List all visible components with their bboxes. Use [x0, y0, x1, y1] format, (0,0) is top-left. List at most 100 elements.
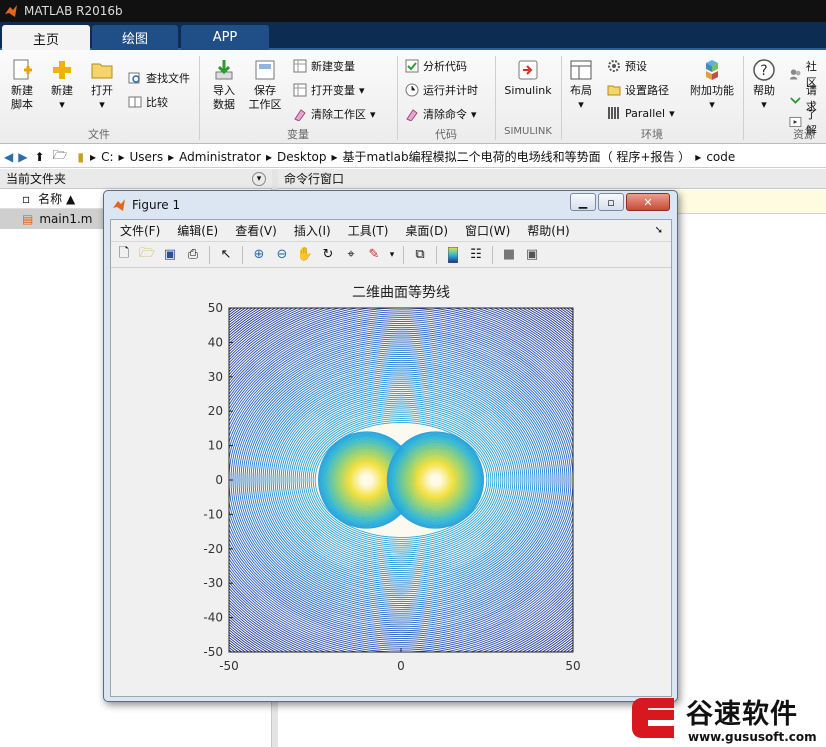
- menu-help[interactable]: 帮助(H): [527, 222, 569, 239]
- dock-arrow-icon[interactable]: ➘: [655, 225, 663, 236]
- rotate-3d-icon[interactable]: ↻: [319, 246, 337, 264]
- chevron-down-icon: ▾: [359, 83, 365, 97]
- tab-home[interactable]: 主页: [2, 25, 90, 52]
- section-label-file: 文件: [88, 128, 110, 141]
- folder-icon: [91, 63, 113, 79]
- zoom-in-icon[interactable]: ⊕: [250, 246, 268, 264]
- browse-folder-icon[interactable]: 🗁: [53, 146, 68, 167]
- find-files-button[interactable]: 查找文件: [128, 70, 190, 86]
- open-button[interactable]: 打开 ▾: [86, 58, 118, 112]
- simulink-icon: [518, 60, 538, 80]
- ribbon: 新建 脚本 新建 ▾ 打开 ▾ 查找文件 比较 文件 导入 数据 保存 工作区 新建…: [0, 50, 826, 144]
- minimize-button[interactable]: ▁: [570, 193, 596, 211]
- select-pointer-icon[interactable]: ↖: [217, 246, 235, 264]
- analyze-code-button[interactable]: 分析代码: [405, 58, 467, 74]
- menu-view[interactable]: 查看(V): [235, 222, 277, 239]
- matlab-figure-icon: [113, 199, 125, 211]
- brand-name: 谷速软件: [686, 699, 798, 730]
- new-script-button[interactable]: 新建 脚本: [6, 58, 38, 112]
- set-path-button[interactable]: 设置路径: [607, 82, 669, 98]
- figure-window[interactable]: Figure 1 ▁ ▫ ✕ 文件(F) 编辑(E) 查看(V) 插入(I) 工…: [103, 190, 678, 702]
- breadcrumb-item[interactable]: C:: [101, 150, 113, 164]
- clear-commands-button[interactable]: 清除命令 ▾: [405, 106, 477, 122]
- zoom-out-icon[interactable]: ⊖: [273, 246, 291, 264]
- breadcrumb-item[interactable]: 基于matlab编程模拟二个电荷的电场线和等势面（ 程序+报告 ）: [343, 148, 691, 165]
- show-tools-icon[interactable]: ▣: [523, 246, 541, 264]
- save-workspace-button[interactable]: 保存 工作区: [246, 58, 284, 112]
- svg-text:?: ?: [760, 63, 767, 79]
- menu-window[interactable]: 窗口(W): [465, 222, 510, 239]
- close-button[interactable]: ✕: [626, 193, 670, 211]
- up-folder-icon[interactable]: ⬆: [34, 150, 44, 164]
- chevron-down-icon: ▾: [59, 98, 65, 111]
- layout-icon: [570, 60, 592, 80]
- legend-icon[interactable]: ☷: [467, 246, 485, 264]
- forward-arrow-icon[interactable]: ▶: [18, 150, 27, 164]
- breadcrumb-sep-icon: ▸: [331, 149, 338, 164]
- parallel-button[interactable]: Parallel ▾: [607, 106, 675, 120]
- tab-plots[interactable]: 绘图: [92, 25, 178, 50]
- column-name-header[interactable]: 名称 ▲: [38, 190, 75, 207]
- pan-hand-icon[interactable]: ✋: [296, 246, 314, 264]
- panel-menu-icon[interactable]: ▾: [252, 171, 266, 186]
- import-data-button[interactable]: 导入 数据: [206, 58, 242, 112]
- simulink-button[interactable]: Simulink: [500, 58, 556, 98]
- open-file-icon[interactable]: 🗁: [138, 246, 156, 264]
- clear-workspace-button[interactable]: 清除工作区 ▾: [293, 106, 376, 122]
- run-and-time-button[interactable]: 运行并计时: [405, 82, 478, 98]
- print-icon[interactable]: ⎙: [184, 246, 202, 264]
- new-variable-button[interactable]: 新建变量: [293, 58, 355, 74]
- address-bar: ◀ ▶ ⬆ 🗁 ▮ ▸ C: ▸ Users ▸ Administrator ▸ De…: [0, 146, 826, 168]
- back-arrow-icon[interactable]: ◀: [4, 150, 13, 164]
- folder-icon: [607, 85, 621, 96]
- menu-file[interactable]: 文件(F): [120, 222, 160, 239]
- figure-client: 文件(F) 编辑(E) 查看(V) 插入(I) 工具(T) 桌面(D) 窗口(W…: [110, 219, 672, 697]
- breadcrumb-item[interactable]: Administrator: [179, 150, 261, 164]
- breadcrumb-item[interactable]: code: [706, 150, 735, 164]
- chevron-down-icon[interactable]: ▾: [388, 246, 396, 264]
- community-icon: [789, 69, 801, 80]
- breadcrumb-item[interactable]: Users: [130, 150, 164, 164]
- menu-insert[interactable]: 插入(I): [294, 222, 331, 239]
- x-tick-label: -50: [219, 659, 239, 673]
- y-tick-label: 40: [208, 335, 223, 349]
- tab-apps[interactable]: APP: [181, 25, 269, 50]
- compare-button[interactable]: 比较: [128, 94, 168, 110]
- new-script-icon: [13, 59, 32, 80]
- command-window-header: 命令行窗口: [278, 169, 826, 189]
- preferences-button[interactable]: 预设: [607, 58, 647, 74]
- addons-button[interactable]: 附加功能 ▾: [686, 58, 738, 112]
- link-plot-icon[interactable]: ⧉: [411, 246, 429, 264]
- chevron-down-icon: ▾: [709, 98, 715, 111]
- hide-tools-icon[interactable]: ■: [500, 246, 518, 264]
- chart-title: 二维曲面等势线: [352, 284, 450, 301]
- figure-titlebar[interactable]: Figure 1 ▁ ▫ ✕: [104, 191, 677, 219]
- save-icon[interactable]: ▣: [161, 246, 179, 264]
- maximize-button[interactable]: ▫: [598, 193, 624, 211]
- new-button[interactable]: 新建 ▾: [46, 58, 78, 112]
- app-title: MATLAB R2016b: [24, 4, 123, 18]
- clear-workspace-icon: [294, 109, 306, 121]
- toolbar-separator: [403, 245, 404, 264]
- m-file-icon: ▤: [22, 212, 34, 226]
- open-variable-button[interactable]: 打开变量 ▾: [293, 82, 365, 98]
- new-figure-icon[interactable]: 🗋: [115, 246, 133, 264]
- menu-tools[interactable]: 工具(T): [348, 222, 389, 239]
- file-header-icon: ▫: [22, 191, 31, 206]
- brand-logo-icon: [632, 698, 674, 738]
- help-button[interactable]: ? 帮助 ▾: [749, 58, 779, 112]
- layout-button[interactable]: 布局 ▾: [566, 58, 596, 112]
- maximize-icon: ▫: [607, 195, 615, 209]
- breadcrumb-item[interactable]: Desktop: [277, 150, 327, 164]
- figure-menubar: 文件(F) 编辑(E) 查看(V) 插入(I) 工具(T) 桌面(D) 窗口(W…: [111, 220, 671, 242]
- colorbar-icon[interactable]: [444, 246, 462, 264]
- toolbar-separator: [492, 245, 493, 264]
- menu-edit[interactable]: 编辑(E): [177, 222, 218, 239]
- brush-icon[interactable]: ✎: [365, 246, 383, 264]
- data-cursor-icon[interactable]: ⌖: [342, 246, 360, 264]
- file-name: main1.m: [39, 212, 93, 226]
- menu-desktop[interactable]: 桌面(D): [405, 222, 448, 239]
- y-tick-label: -40: [203, 611, 223, 625]
- chevron-down-icon: ▾: [99, 98, 105, 111]
- figure-toolbar: 🗋 🗁 ▣ ⎙ ↖ ⊕ ⊖ ✋ ↻ ⌖ ✎ ▾ ⧉ ☷ ■ ▣: [111, 242, 671, 268]
